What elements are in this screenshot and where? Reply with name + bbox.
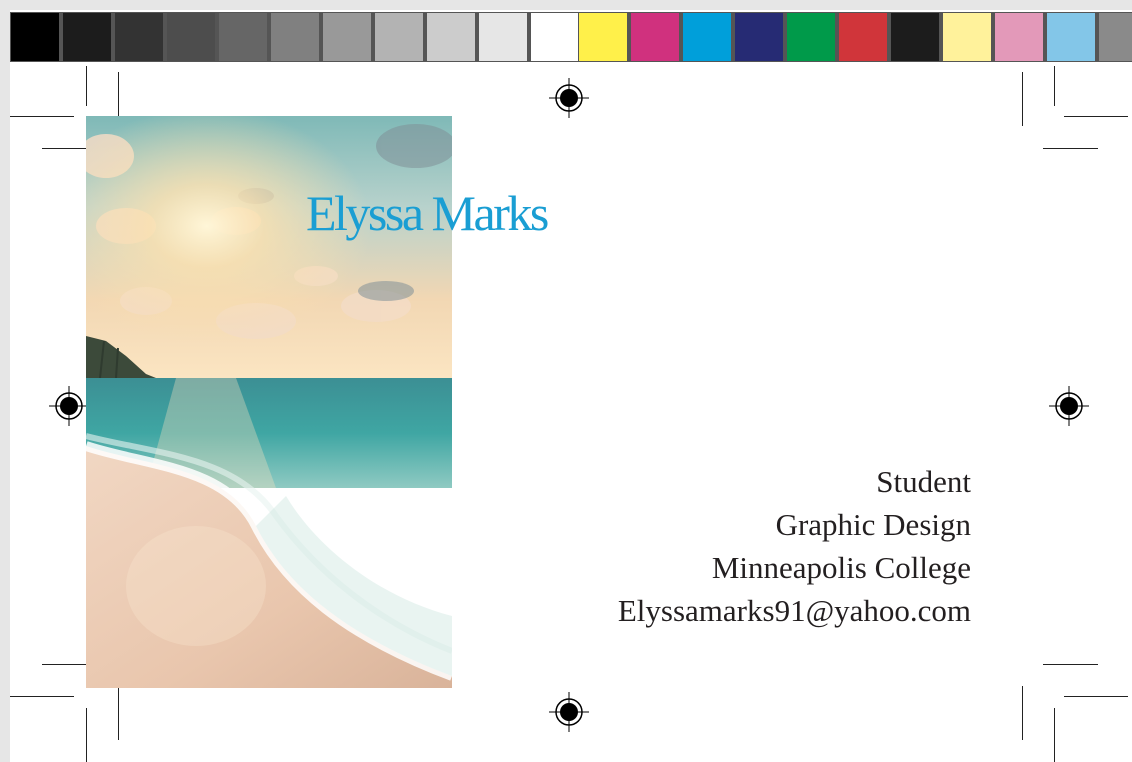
gray-swatch <box>478 12 528 62</box>
registration-target-icon <box>549 692 589 732</box>
gray-swatch <box>218 12 268 62</box>
gray-swatch <box>374 12 424 62</box>
crop-mark <box>1054 66 1055 106</box>
registration-target-icon <box>549 78 589 118</box>
email-text: Elyssamarks91@yahoo.com <box>617 593 971 628</box>
school-text: Minneapolis College <box>711 550 971 585</box>
crop-mark <box>1043 148 1098 149</box>
color-swatches <box>578 12 1132 62</box>
color-swatch <box>942 12 992 62</box>
color-swatch <box>1098 12 1132 62</box>
gray-swatch <box>270 12 320 62</box>
program-text: Graphic Design <box>775 507 971 542</box>
card-name: Elyssa Marks <box>306 185 549 241</box>
crop-mark <box>118 686 119 740</box>
crop-mark <box>1022 72 1023 126</box>
gray-swatch <box>10 12 60 62</box>
color-swatch <box>682 12 732 62</box>
crop-mark <box>10 116 74 117</box>
color-swatch <box>734 12 784 62</box>
crop-mark <box>1064 696 1128 697</box>
gray-swatch <box>426 12 476 62</box>
grayscale-swatches <box>10 12 582 62</box>
gray-swatch <box>62 12 112 62</box>
color-swatch <box>630 12 680 62</box>
gray-swatch <box>322 12 372 62</box>
registration-target-icon <box>49 386 89 426</box>
registration-target-icon <box>1049 386 1089 426</box>
color-swatch <box>994 12 1044 62</box>
gray-swatch <box>166 12 216 62</box>
crop-mark <box>1022 686 1023 740</box>
gray-swatch <box>114 12 164 62</box>
crop-mark <box>86 66 87 106</box>
card-details: Student Graphic Design Minneapolis Colle… <box>618 460 971 632</box>
color-swatch <box>890 12 940 62</box>
color-swatch <box>838 12 888 62</box>
role-text: Student <box>876 464 971 499</box>
crop-mark <box>1054 708 1055 762</box>
color-swatch <box>578 12 628 62</box>
crop-mark <box>1064 116 1128 117</box>
crop-mark <box>10 696 74 697</box>
color-swatch <box>786 12 836 62</box>
color-swatch <box>1046 12 1096 62</box>
gray-swatch <box>530 12 580 62</box>
crop-mark <box>86 708 87 762</box>
crop-mark <box>1043 664 1098 665</box>
